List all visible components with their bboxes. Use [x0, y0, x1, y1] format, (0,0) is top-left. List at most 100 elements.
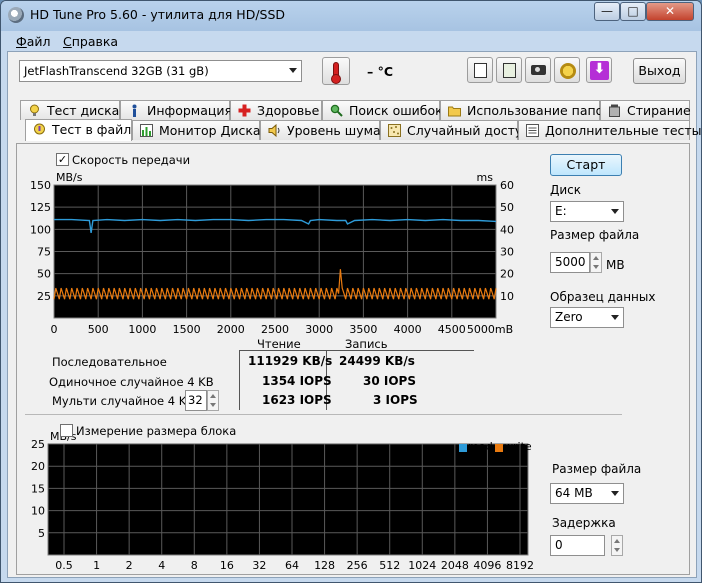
- tab-label: Дополнительные тесты: [545, 123, 702, 138]
- erase-icon: [609, 104, 620, 117]
- chevron-down-icon: [611, 491, 619, 496]
- x-tick-label: 0: [51, 323, 58, 336]
- gauge-icon: [30, 104, 39, 116]
- x-tick-label: 3500: [349, 323, 377, 336]
- tab-label: Поиск ошибок: [349, 103, 443, 118]
- section-separator: [25, 414, 622, 415]
- drive-select-value: JetFlashTranscend 32GB (31 gB): [24, 64, 209, 78]
- x-tick-label: 8: [191, 559, 198, 572]
- x-tick-label: 2: [126, 559, 133, 572]
- temperature-button[interactable]: [322, 57, 350, 85]
- menu-file-label: айл: [26, 34, 51, 49]
- minimize-button[interactable]: —: [594, 2, 620, 21]
- x-tick-label: 256: [347, 559, 368, 572]
- screenshot-button[interactable]: [525, 57, 551, 83]
- tab-label: Монитор Диска: [159, 123, 261, 138]
- tab-erase[interactable]: Стирание: [600, 100, 691, 120]
- tab-label: Тест диска: [47, 103, 120, 118]
- file-size-field[interactable]: 5000: [550, 252, 590, 273]
- x-tick-label: 128: [314, 559, 335, 572]
- client-area: JetFlashTranscend 32GB (31 gB) – °C ⬇ Вы…: [7, 51, 701, 578]
- start-button[interactable]: Старт: [550, 154, 622, 176]
- x-tick-label: 1: [93, 559, 100, 572]
- queue-depth-field[interactable]: 32: [185, 390, 207, 411]
- sequential-read-value: 111929 KB/s: [248, 354, 333, 368]
- speaker-icon: [268, 124, 280, 137]
- file-size-spinner[interactable]: [590, 252, 602, 273]
- file-bench-icon: [34, 123, 45, 135]
- tab-info[interactable]: Информация: [120, 100, 233, 120]
- delay-field[interactable]: 0: [550, 535, 605, 556]
- y2-tick-label: 30: [500, 246, 514, 259]
- single-random-write-value: 30 IOPS: [363, 374, 416, 388]
- tab-random-access[interactable]: Случайный доступ: [380, 120, 530, 140]
- save-icon: ⬇: [590, 61, 609, 80]
- exit-button[interactable]: Выход: [633, 58, 686, 84]
- block-plot-area: [47, 443, 529, 556]
- tab-label: Здоровье: [257, 103, 320, 118]
- queue-depth-spinner[interactable]: [207, 390, 219, 411]
- y2-tick-label: 60: [500, 179, 514, 192]
- y-tick-label: 25: [37, 290, 51, 303]
- legend-write-swatch: [495, 444, 503, 452]
- menu-help-label: правка: [71, 34, 119, 49]
- options-icon: [560, 63, 576, 79]
- menu-bar: Файл Справка: [7, 31, 697, 51]
- tab-health[interactable]: Здоровье: [230, 100, 322, 120]
- folder-icon: [448, 106, 461, 117]
- tab-folder-usage[interactable]: Использование папок: [440, 100, 611, 120]
- block-file-size-select[interactable]: 64 MB: [550, 483, 624, 504]
- options-button[interactable]: [554, 57, 580, 83]
- block-size-checkbox[interactable]: [60, 424, 73, 437]
- close-button[interactable]: ✕: [646, 2, 694, 21]
- maximize-button[interactable]: □: [620, 2, 646, 21]
- monitor-icon: [140, 124, 153, 137]
- menu-help[interactable]: Справка: [63, 34, 118, 49]
- tab-noise-level[interactable]: Уровень шума: [260, 120, 381, 140]
- legend-read-label: read: [468, 440, 493, 453]
- copy-text-icon: [474, 63, 487, 78]
- copy-info-button[interactable]: [496, 57, 522, 83]
- tab-label: Стирание: [627, 103, 691, 118]
- x-tick-label: 3000: [305, 323, 333, 336]
- delay-label: Задержка: [552, 516, 616, 530]
- tab-disk-benchmark[interactable]: Тест диска: [20, 100, 120, 120]
- tab-disk-monitor[interactable]: Монитор Диска: [132, 120, 261, 140]
- menu-help-accel: С: [63, 34, 72, 49]
- window-title: HD Tune Pro 5.60 - утилита для HD/SSD: [30, 7, 286, 22]
- x-tick-label: 4096: [473, 559, 501, 572]
- disk-select[interactable]: E:: [550, 201, 624, 222]
- copy-text-button[interactable]: [467, 57, 493, 83]
- data-pattern-select[interactable]: Zero: [550, 307, 624, 328]
- y-tick-label: 5: [38, 527, 45, 540]
- block-file-size-value: 64 MB: [555, 486, 593, 500]
- y-tick-label: 50: [37, 268, 51, 281]
- save-button[interactable]: ⬇: [586, 57, 612, 83]
- delay-spinner[interactable]: [611, 535, 623, 556]
- x-tick-label: 512: [379, 559, 400, 572]
- x-tick-label: 32: [252, 559, 266, 572]
- file-size-unit: MB: [606, 258, 625, 272]
- health-icon: [238, 104, 251, 117]
- tab-extra-tests[interactable]: Дополнительные тесты: [518, 120, 701, 140]
- row-single-random-label: Одиночное случайное 4 KB: [49, 375, 214, 389]
- temperature-value: – °C: [367, 64, 394, 79]
- legend-read-swatch: [459, 444, 467, 452]
- drive-select[interactable]: JetFlashTranscend 32GB (31 gB): [19, 60, 302, 82]
- main-window: HD Tune Pro 5.60 - утилита для HD/SSD — …: [0, 0, 702, 583]
- tab-label: Информация: [147, 103, 233, 118]
- multi-random-write-value: 3 IOPS: [373, 393, 418, 407]
- tab-error-scan[interactable]: Поиск ошибок: [322, 100, 443, 120]
- x-tick-label: 4500: [438, 323, 466, 336]
- tab-file-benchmark[interactable]: Тест в файл: [25, 119, 132, 141]
- results-header-line: [239, 350, 474, 351]
- y-tick-label: 125: [30, 201, 51, 214]
- menu-file-accel: Ф: [16, 34, 27, 49]
- block-file-size-label: Размер файла: [552, 462, 642, 476]
- chevron-down-icon: [611, 209, 619, 214]
- chevron-down-icon: [289, 68, 297, 73]
- menu-file[interactable]: Файл: [16, 34, 51, 49]
- screenshot-icon: [531, 65, 546, 75]
- multi-random-read-value: 1623 IOPS: [262, 393, 332, 407]
- title-bar[interactable]: HD Tune Pro 5.60 - утилита для HD/SSD — …: [1, 1, 701, 31]
